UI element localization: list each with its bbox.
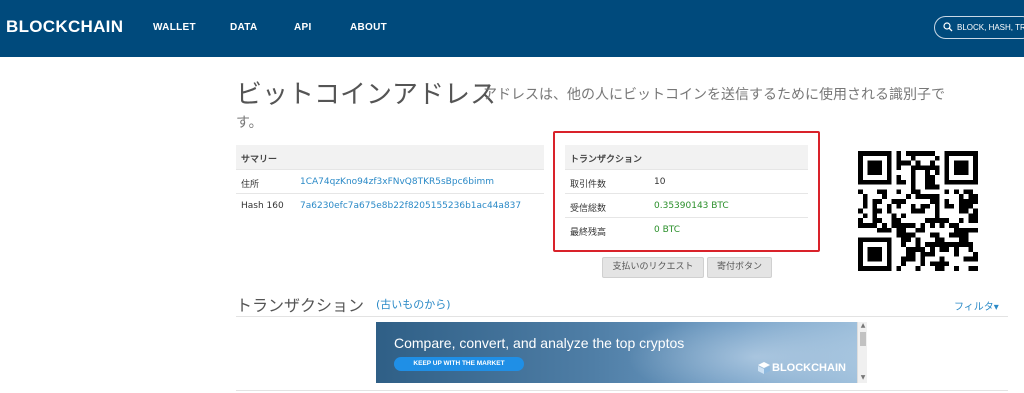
ad-cta-button[interactable]: KEEP UP WITH THE MARKET: [394, 357, 524, 371]
scroll-down-icon[interactable]: ▼: [860, 375, 866, 381]
search-placeholder: BLOCK, HASH, TRA: [957, 23, 1024, 32]
nav-about[interactable]: ABOUT: [350, 22, 387, 33]
table-row: 住所 1CA74qzKno94zf3xFNvQ8TKR5sBpc6bimm: [236, 169, 544, 193]
nav-api[interactable]: API: [294, 22, 312, 33]
top-navbar: BLOCKCHAIN WALLET DATA API ABOUT BLOCK, …: [0, 0, 1024, 57]
blockchain-logo[interactable]: BLOCKCHAIN: [6, 17, 123, 37]
page-subtitle: アドレスは、他の人にビットコインを送信するために使用される識別子で: [483, 87, 945, 103]
scroll-up-icon[interactable]: ▲: [860, 323, 866, 329]
nav-data[interactable]: DATA: [230, 22, 258, 33]
sort-order-link[interactable]: (古いものから): [376, 296, 451, 312]
nav-wallet[interactable]: WALLET: [153, 22, 196, 33]
blockchain-logo-icon: [758, 362, 770, 374]
table-row: Hash 160 7a6230efc7a675e8b22f8205155236b…: [236, 193, 544, 217]
hash160-link[interactable]: 7a6230efc7a675e8b22f8205155236b1ac44a837: [300, 201, 521, 211]
search-input[interactable]: BLOCK, HASH, TRA: [934, 16, 1024, 39]
scroll-thumb[interactable]: [860, 332, 866, 346]
divider: [236, 390, 1008, 391]
address-link[interactable]: 1CA74qzKno94zf3xFNvQ8TKR5sBpc6bimm: [300, 177, 494, 187]
transactions-section-title: トランザクション: [236, 296, 365, 315]
summary-header: サマリー: [241, 155, 278, 165]
highlight-box: [553, 131, 820, 252]
summary-table: サマリー 住所 1CA74qzKno94zf3xFNvQ8TKR5sBpc6bi…: [236, 145, 544, 217]
address-label: 住所: [241, 180, 260, 190]
page-subtitle-cont: す。: [236, 115, 263, 131]
ad-headline: Compare, convert, and analyze the top cr…: [394, 335, 685, 351]
request-payment-button[interactable]: 支払いのリクエスト: [602, 257, 704, 278]
hash160-label: Hash 160: [241, 201, 284, 211]
ad-brand: BLOCKCHAIN: [772, 362, 846, 374]
qr-code-icon: [858, 151, 978, 271]
search-icon: [943, 22, 953, 32]
ad-scrollbar[interactable]: ▲ ▼: [857, 322, 867, 383]
divider: [236, 316, 1008, 317]
ad-banner[interactable]: Compare, convert, and analyze the top cr…: [376, 322, 857, 383]
filter-dropdown[interactable]: フィルタ▾: [954, 298, 999, 313]
summary-header-row: サマリー: [236, 145, 544, 169]
donate-button[interactable]: 寄付ボタン: [707, 257, 772, 278]
page-title: ビットコインアドレス: [236, 80, 497, 110]
